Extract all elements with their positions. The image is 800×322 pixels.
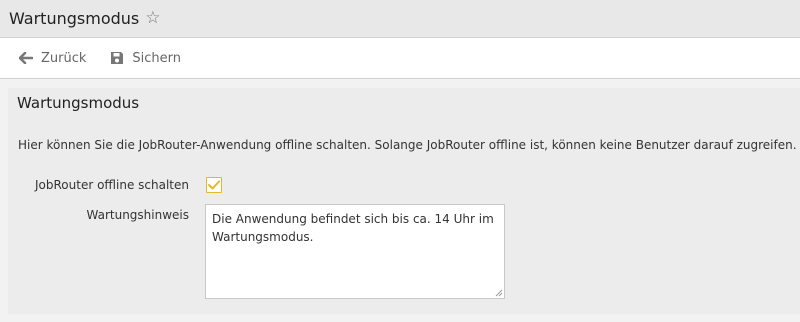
offline-label: JobRouter offline schalten bbox=[35, 178, 189, 192]
checkmark-icon bbox=[208, 180, 220, 190]
maintenance-panel: Wartungsmodus Hier können Sie die JobRou… bbox=[8, 88, 800, 314]
toolbar: Zurück Sichern bbox=[0, 38, 800, 79]
star-outline-icon[interactable]: ☆ bbox=[145, 10, 160, 27]
panel-description: Hier können Sie die JobRouter-Anwendung … bbox=[18, 138, 797, 152]
back-button-label: Zurück bbox=[41, 50, 87, 66]
page-title: Wartungsmodus bbox=[9, 9, 140, 28]
offline-checkbox[interactable] bbox=[206, 177, 222, 193]
title-bar: Wartungsmodus ☆ bbox=[0, 0, 800, 38]
save-button[interactable]: Sichern bbox=[110, 51, 181, 66]
hint-text: Die Anwendung befindet sich bis ca. 14 U… bbox=[212, 212, 494, 244]
hint-textarea[interactable]: Die Anwendung befindet sich bis ca. 14 U… bbox=[205, 204, 505, 299]
resize-handle-icon[interactable] bbox=[495, 289, 503, 297]
back-button[interactable]: Zurück bbox=[19, 51, 86, 66]
floppy-disk-icon bbox=[111, 52, 124, 64]
hint-label: Wartungshinweis bbox=[86, 208, 190, 222]
arrow-left-icon bbox=[19, 52, 33, 64]
panel-title: Wartungsmodus bbox=[17, 94, 140, 112]
save-button-label: Sichern bbox=[132, 50, 182, 66]
